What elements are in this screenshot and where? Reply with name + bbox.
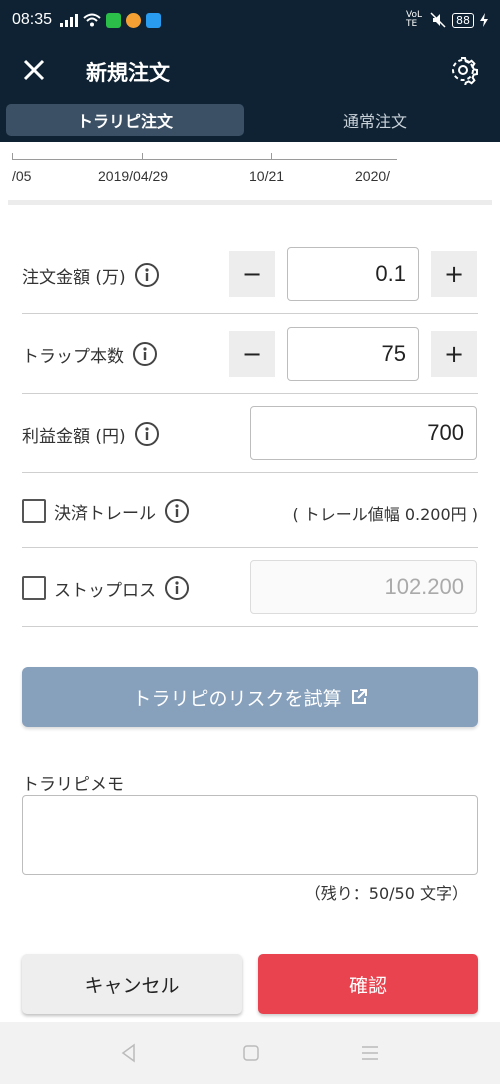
order-amount-input[interactable]: 0.1 [287,247,419,301]
row-divider [22,547,478,548]
axis-tick [271,153,272,160]
back-icon[interactable] [119,1043,139,1063]
stop-loss-input[interactable]: 102.200 [250,560,477,614]
info-icon[interactable] [132,341,158,367]
app-header: 新規注文 [0,40,500,100]
memo-char-counter: （残り：50/50 文字） [304,884,468,903]
order-amount-label: 注文金額 (万) [22,267,126,288]
order-amount-decrement-button[interactable]: − [229,251,275,297]
cancel-button[interactable]: キャンセル [22,954,242,1014]
chart-time-axis: /05 2019/04/29 10/21 2020/ [0,142,500,197]
axis-tick-label: /05 [12,168,32,184]
gear-icon[interactable] [448,55,478,85]
order-type-tabs: トラリピ注文 通常注文 [0,100,500,142]
row-divider [22,393,478,394]
trailing-width-note: ( トレール値幅 0.200円 ) [292,505,478,524]
row-divider [22,626,478,627]
close-icon[interactable] [18,54,50,86]
risk-simulation-button[interactable]: トラリピのリスクを試算 [22,667,478,727]
volte-indicator: VoLTE [406,10,422,29]
profit-amount-input[interactable]: 700 [250,406,477,460]
axis-line [12,159,397,160]
stop-loss-label: ストップロス [54,580,156,601]
row-divider [22,313,478,314]
status-bar: 08:35 VoLTE 88 [0,0,500,40]
axis-tick-label: 2020/ [355,168,391,184]
menu-icon[interactable] [360,1043,380,1063]
axis-tick-label: 2019/04/29 [98,168,169,184]
mute-icon [430,12,446,28]
line-app-icon [106,12,122,28]
confirm-button[interactable]: 確認 [258,954,478,1014]
row-divider [22,472,478,473]
info-icon[interactable] [164,498,190,524]
trap-count-input[interactable]: 75 [287,327,419,381]
status-time: 08:35 [12,11,53,28]
order-amount-label-group: 注文金額 (万) [22,262,160,288]
tab-normal-order[interactable]: 通常注文 [256,104,494,136]
tab-trarepi-order[interactable]: トラリピ注文 [6,104,244,136]
info-icon[interactable] [134,421,160,447]
stop-loss-label-group: ストップロス [22,575,190,601]
page-title: 新規注文 [86,61,170,85]
trap-count-label: トラップ本数 [22,346,124,367]
trailing-checkbox[interactable] [22,499,46,523]
system-nav-bar [0,1022,500,1084]
profit-amount-label: 利益金額 (円) [22,426,126,447]
axis-tick [12,153,13,160]
wifi-icon [83,13,101,27]
stop-loss-checkbox[interactable] [22,576,46,600]
battery-icon: 88 [452,12,474,28]
trailing-label-group: 決済トレール [22,498,190,524]
signal-icon [60,13,79,27]
info-icon[interactable] [164,575,190,601]
profit-amount-label-group: 利益金額 (円) [22,421,160,447]
axis-tick-label: 10/21 [249,168,285,184]
charging-icon [480,13,488,27]
info-icon[interactable] [134,262,160,288]
home-icon[interactable] [241,1043,261,1063]
external-link-icon [351,689,367,704]
memo-textarea[interactable] [22,795,478,875]
trap-count-decrement-button[interactable]: − [229,331,275,377]
trap-count-increment-button[interactable]: + [431,331,477,377]
order-amount-increment-button[interactable]: + [431,251,477,297]
weather-app-icon [126,12,142,28]
chart-divider [8,200,492,205]
twitter-app-icon [146,12,162,28]
axis-tick [142,153,143,160]
risk-simulation-label: トラリピのリスクを試算 [132,687,342,710]
memo-label: トラリピメモ [22,775,124,795]
trailing-label: 決済トレール [54,503,156,524]
trap-count-label-group: トラップ本数 [22,341,158,367]
